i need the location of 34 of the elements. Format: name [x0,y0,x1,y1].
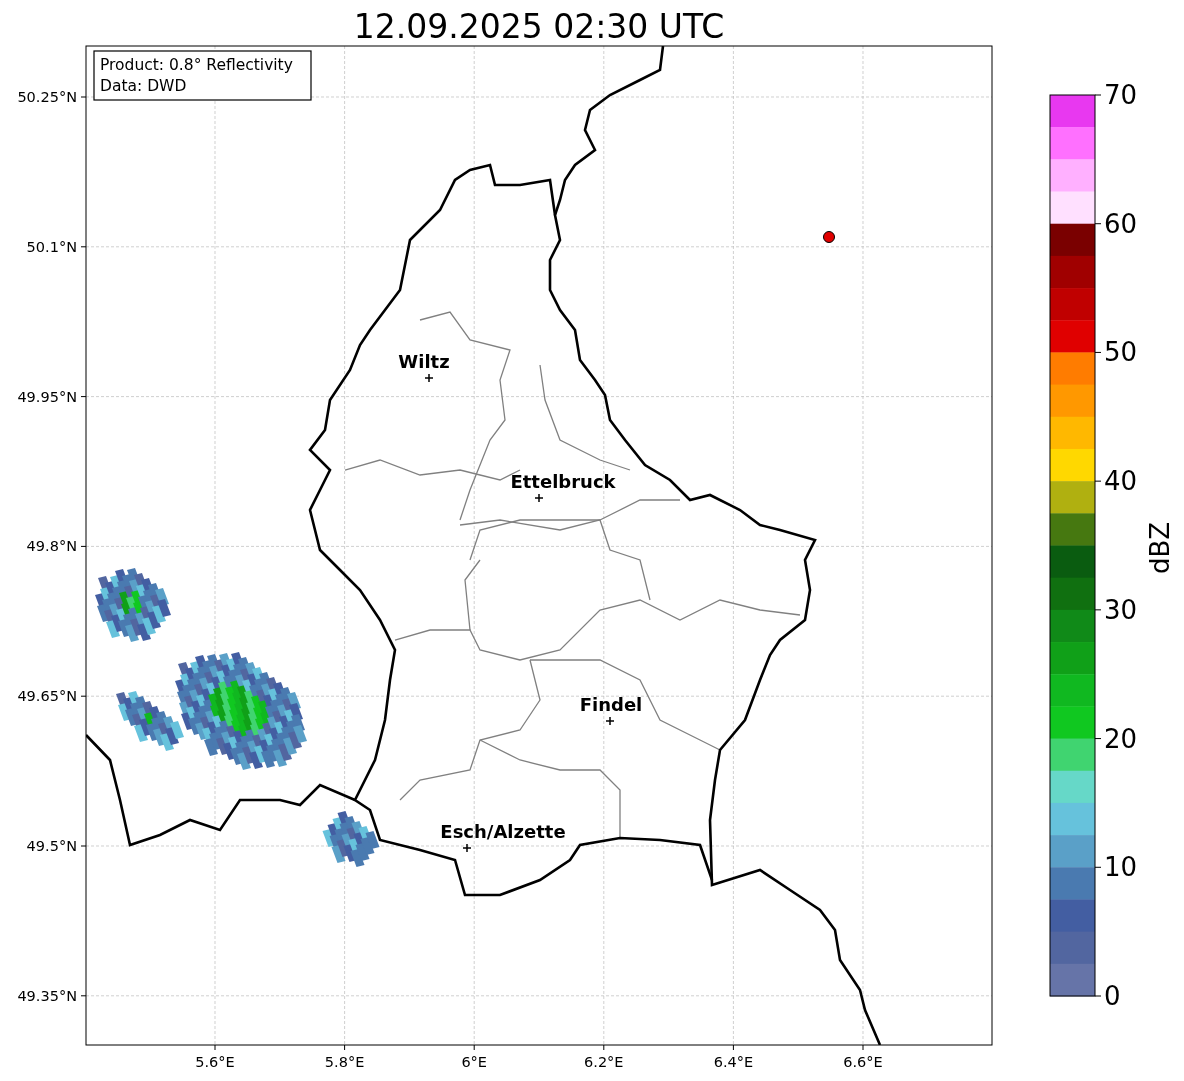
colorbar-tick-label: 40 [1104,466,1138,497]
axis-tick-label: 50.1°N [26,238,77,255]
city-label: Esch/Alzette [440,821,566,842]
colorbar-tick-label: 30 [1104,594,1138,625]
info-text: Product: 0.8° Reflectivity [100,56,293,74]
axis-tick-label: 5.6°E [195,1054,235,1070]
axis-tick-label: 5.8°E [324,1054,365,1070]
city-marker-icon [534,493,544,503]
colorbar-tick-label: 20 [1104,723,1138,754]
axis-tick-label: 49.95°N [17,388,77,405]
colorbar-tick-label: 10 [1104,852,1138,883]
chart-title: 12.09.2025 02:30 UTC [353,7,725,46]
axis-tick-label: 49.65°N [17,688,77,705]
colorbar-tick-label: 70 [1104,80,1138,110]
city-label: Ettelbruck [510,471,616,492]
axis-tick-label: 49.5°N [26,838,77,854]
colorbar-tick-label: 60 [1104,208,1138,239]
axis-tick-label: 6.2°E [584,1054,624,1070]
axis-tick-label: 49.8°N [26,538,77,555]
colorbar-label: dBZ [1145,521,1175,575]
axis-tick-label: 50.25°N [17,89,77,105]
colorbar-tick-label: 50 [1104,337,1138,368]
axis-tick-label: 6°E [461,1054,487,1070]
city-marker-icon [605,716,615,726]
city-label: Wiltz [398,351,450,372]
axis-tick-label: 49.35°N [17,987,77,1004]
location-marker-icon [823,231,835,243]
colorbar-tick-label: 0 [1104,981,1121,1011]
city-marker-icon [462,843,472,853]
city-marker-icon [424,373,434,383]
city-label: Findel [579,694,643,715]
axis-tick-label: 6.4°E [713,1054,754,1070]
axis-tick-label: 6.6°E [843,1054,883,1070]
info-text: Data: DWD [100,77,187,95]
